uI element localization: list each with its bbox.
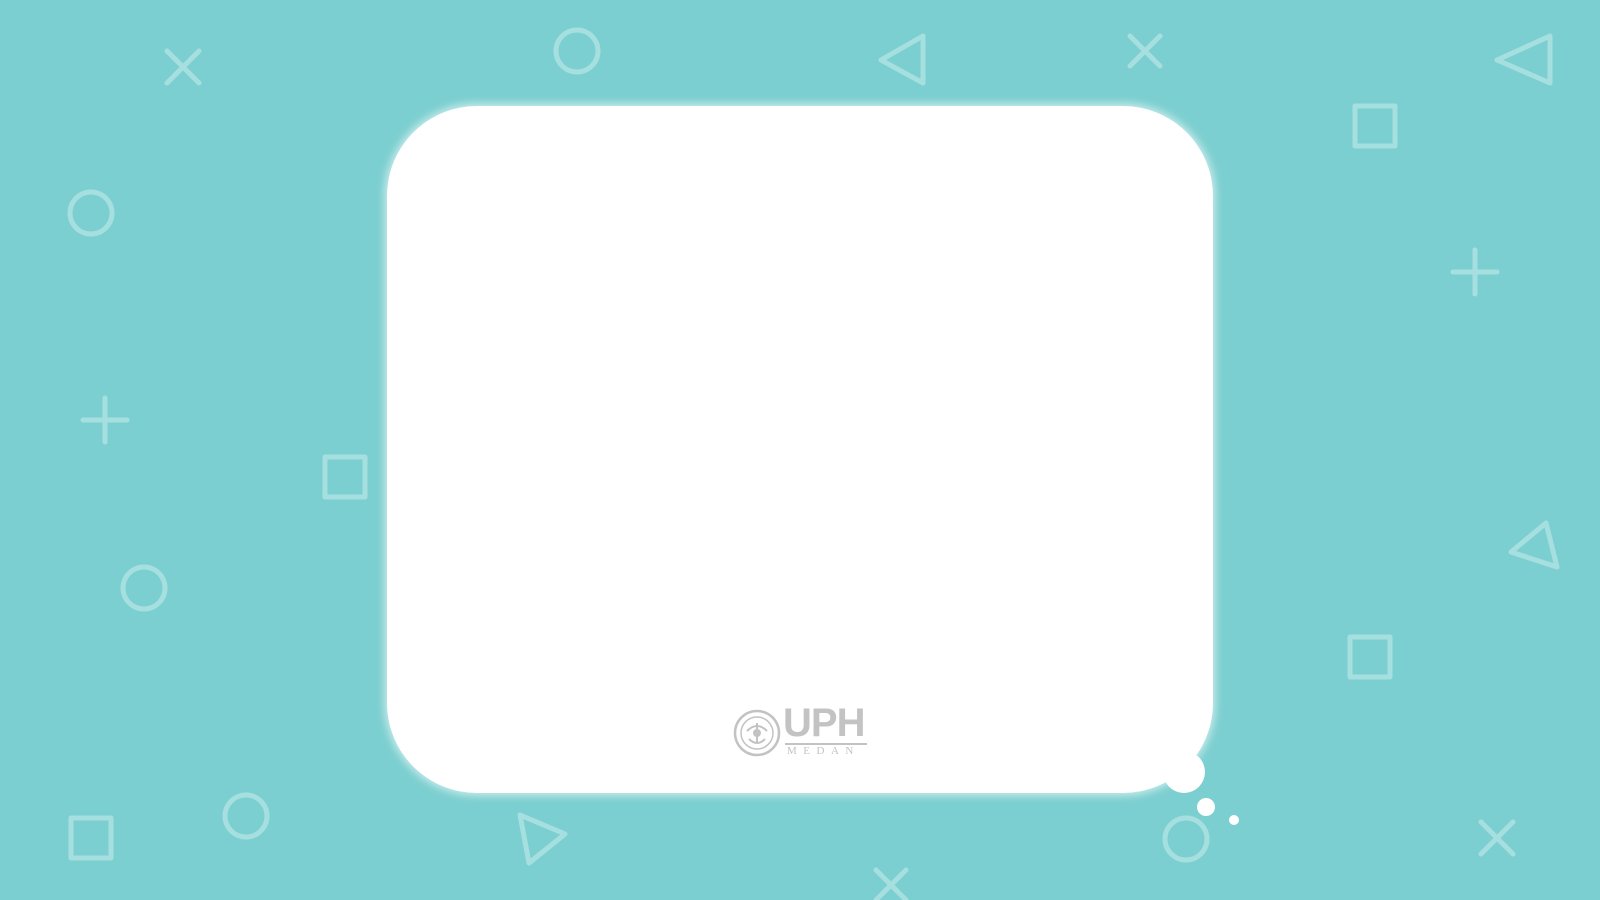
- thought-bubble-card: [387, 106, 1213, 793]
- bubble-dot-medium: [1197, 798, 1215, 816]
- logo-location: MEDAN: [787, 745, 860, 757]
- slide: UPH MEDAN: [0, 0, 1600, 900]
- logo-wordmark: UPH: [783, 701, 865, 745]
- university-seal-icon: [733, 709, 781, 757]
- bubble-dot-small: [1229, 815, 1239, 825]
- uph-medan-logo: UPH MEDAN: [733, 703, 873, 759]
